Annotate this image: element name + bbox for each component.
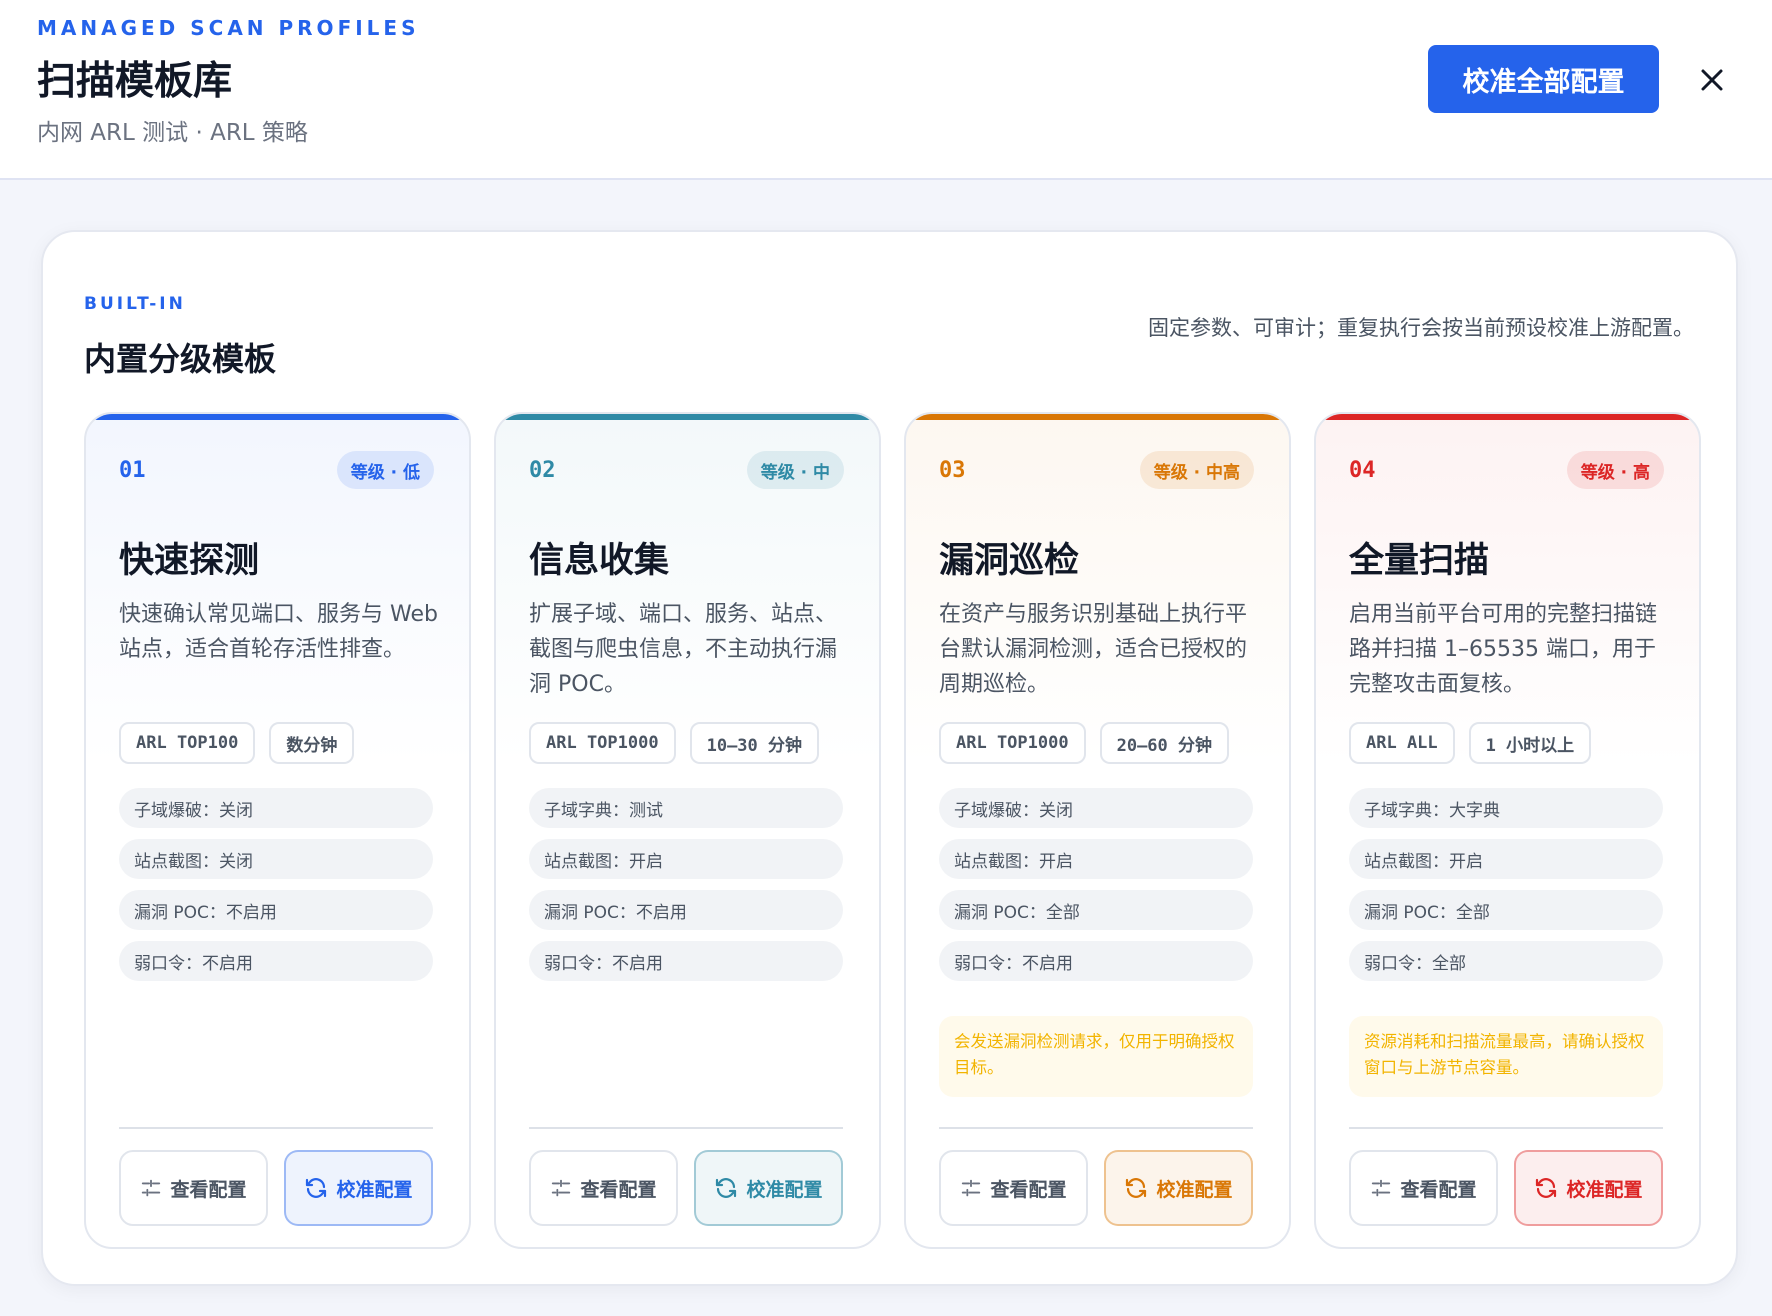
sliders-icon xyxy=(140,1177,162,1199)
calibrate-config-button[interactable]: 校准配置 xyxy=(1514,1150,1663,1226)
card-tag: ARL TOP100 xyxy=(119,722,256,764)
card-tag: ARL TOP1000 xyxy=(939,722,1086,764)
section-title: 内置分级模板 xyxy=(84,340,277,378)
card-number: 04 xyxy=(1349,458,1376,483)
card-params: 子域字典：测试 站点截图：开启 漏洞 POC：不启用 弱口令：不启用 xyxy=(529,788,843,992)
page-title: 扫描模板库 xyxy=(37,59,233,104)
card-divider xyxy=(119,1127,433,1129)
param-item: 弱口令：全部 xyxy=(1349,941,1663,981)
template-card: 04 等级 · 高全量扫描启用当前平台可用的完整扫描链路并扫描 1–65535 端… xyxy=(1314,412,1701,1249)
card-title: 信息收集 xyxy=(529,541,670,581)
card-accent-bar xyxy=(86,414,469,420)
card-tags: ARL TOP1000 20–60 分钟 xyxy=(939,722,1230,764)
refresh-icon xyxy=(1534,1176,1558,1200)
section-eyebrow: BUILT-IN xyxy=(84,294,186,314)
refresh-icon xyxy=(304,1176,328,1200)
warning-note: 会发送漏洞检测请求，仅用于明确授权目标。 xyxy=(939,1016,1253,1097)
template-card: 02 等级 · 中信息收集扩展子域、端口、服务、站点、截图与爬虫信息，不主动执行漏… xyxy=(494,412,881,1249)
card-tags: ARL TOP1000 10–30 分钟 xyxy=(529,722,820,764)
param-item: 漏洞 POC：不启用 xyxy=(529,890,843,930)
view-config-button[interactable]: 查看配置 xyxy=(529,1150,678,1226)
card-number: 01 xyxy=(119,458,146,483)
param-item: 弱口令：不启用 xyxy=(119,941,433,981)
card-number: 02 xyxy=(529,458,556,483)
view-config-label: 查看配置 xyxy=(580,1178,657,1201)
calibrate-config-label: 校准配置 xyxy=(746,1178,823,1201)
param-item: 子域爆破：关闭 xyxy=(939,788,1253,828)
calibrate-config-label: 校准配置 xyxy=(1156,1178,1233,1201)
page-eyebrow: MANAGED SCAN PROFILES xyxy=(37,16,420,40)
card-description: 在资产与服务识别基础上执行平台默认漏洞检测，适合已授权的周期巡检。 xyxy=(939,602,1248,697)
view-config-button[interactable]: 查看配置 xyxy=(939,1150,1088,1226)
card-description: 启用当前平台可用的完整扫描链路并扫描 1–65535 端口，用于完整攻击面复核。 xyxy=(1349,602,1658,697)
card-tag: 20–60 分钟 xyxy=(1099,722,1230,764)
sliders-icon xyxy=(550,1177,572,1199)
section-note: 固定参数、可审计；重复执行会按当前预设校准上游配置。 xyxy=(1148,316,1694,340)
param-item: 站点截图：开启 xyxy=(939,839,1253,879)
card-title: 快速探测 xyxy=(119,541,260,581)
card-divider xyxy=(1349,1127,1663,1129)
sliders-icon xyxy=(1370,1177,1392,1199)
card-tag: ARL TOP1000 xyxy=(529,722,676,764)
card-params: 子域爆破：关闭 站点截图：关闭 漏洞 POC：不启用 弱口令：不启用 xyxy=(119,788,433,992)
template-card: 01 等级 · 低快速探测快速确认常见端口、服务与 Web 站点，适合首轮存活性排… xyxy=(84,412,471,1249)
card-accent-bar xyxy=(906,414,1289,420)
card-accent-bar xyxy=(1316,414,1699,420)
card-description: 扩展子域、端口、服务、站点、截图与爬虫信息，不主动执行漏洞 POC。 xyxy=(529,602,838,697)
calibrate-config-button[interactable]: 校准配置 xyxy=(1104,1150,1253,1226)
view-config-label: 查看配置 xyxy=(170,1178,247,1201)
param-item: 子域爆破：关闭 xyxy=(119,788,433,828)
card-number: 03 xyxy=(939,458,966,483)
card-tag: 10–30 分钟 xyxy=(689,722,820,764)
card-params: 子域字典：大字典 站点截图：开启 漏洞 POC：全部 弱口令：全部 xyxy=(1349,788,1663,992)
level-badge: 等级 · 中 xyxy=(746,451,844,489)
level-badge: 等级 · 低 xyxy=(336,451,434,489)
card-description: 快速确认常见端口、服务与 Web 站点，适合首轮存活性排查。 xyxy=(119,602,438,662)
card-tags: ARL TOP100 数分钟 xyxy=(119,722,355,764)
warning-note: 资源消耗和扫描流量最高，请确认授权窗口与上游节点容量。 xyxy=(1349,1016,1663,1097)
calibrate-all-button[interactable]: 校准全部配置 xyxy=(1428,45,1659,113)
page-header: MANAGED SCAN PROFILES 扫描模板库 内网 ARL 测试 · … xyxy=(0,0,1772,180)
level-badge: 等级 · 中高 xyxy=(1139,451,1254,489)
refresh-icon xyxy=(1124,1176,1148,1200)
calibrate-config-button[interactable]: 校准配置 xyxy=(284,1150,433,1226)
param-item: 子域字典：大字典 xyxy=(1349,788,1663,828)
param-item: 弱口令：不启用 xyxy=(939,941,1253,981)
sliders-icon xyxy=(960,1177,982,1199)
view-config-label: 查看配置 xyxy=(1400,1178,1477,1201)
param-item: 站点截图：关闭 xyxy=(119,839,433,879)
param-item: 漏洞 POC：全部 xyxy=(939,890,1253,930)
card-divider xyxy=(529,1127,843,1129)
param-item: 漏洞 POC：不启用 xyxy=(119,890,433,930)
card-tag: ARL ALL xyxy=(1349,722,1455,764)
card-params: 子域爆破：关闭 站点截图：开启 漏洞 POC：全部 弱口令：不启用 xyxy=(939,788,1253,992)
close-icon[interactable] xyxy=(1688,56,1736,104)
card-tag: 1 小时以上 xyxy=(1468,722,1592,764)
builtin-templates-panel: BUILT-IN 内置分级模板 固定参数、可审计；重复执行会按当前预设校准上游配… xyxy=(41,230,1738,1286)
card-title: 漏洞巡检 xyxy=(939,541,1080,581)
param-item: 弱口令：不启用 xyxy=(529,941,843,981)
param-item: 漏洞 POC：全部 xyxy=(1349,890,1663,930)
card-accent-bar xyxy=(496,414,879,420)
param-item: 站点截图：开启 xyxy=(529,839,843,879)
calibrate-config-button[interactable]: 校准配置 xyxy=(694,1150,843,1226)
param-item: 站点截图：开启 xyxy=(1349,839,1663,879)
card-divider xyxy=(939,1127,1253,1129)
card-tag: 数分钟 xyxy=(269,722,355,764)
view-config-button[interactable]: 查看配置 xyxy=(1349,1150,1498,1226)
card-tags: ARL ALL 1 小时以上 xyxy=(1349,722,1592,764)
level-badge: 等级 · 高 xyxy=(1566,451,1664,489)
template-card: 03 等级 · 中高漏洞巡检在资产与服务识别基础上执行平台默认漏洞检测，适合已授权… xyxy=(904,412,1291,1249)
refresh-icon xyxy=(714,1176,738,1200)
view-config-button[interactable]: 查看配置 xyxy=(119,1150,268,1226)
card-title: 全量扫描 xyxy=(1349,541,1490,581)
page-subtitle: 内网 ARL 测试 · ARL 策略 xyxy=(37,120,308,146)
calibrate-config-label: 校准配置 xyxy=(1566,1178,1643,1201)
param-item: 子域字典：测试 xyxy=(529,788,843,828)
view-config-label: 查看配置 xyxy=(990,1178,1067,1201)
calibrate-config-label: 校准配置 xyxy=(336,1178,413,1201)
